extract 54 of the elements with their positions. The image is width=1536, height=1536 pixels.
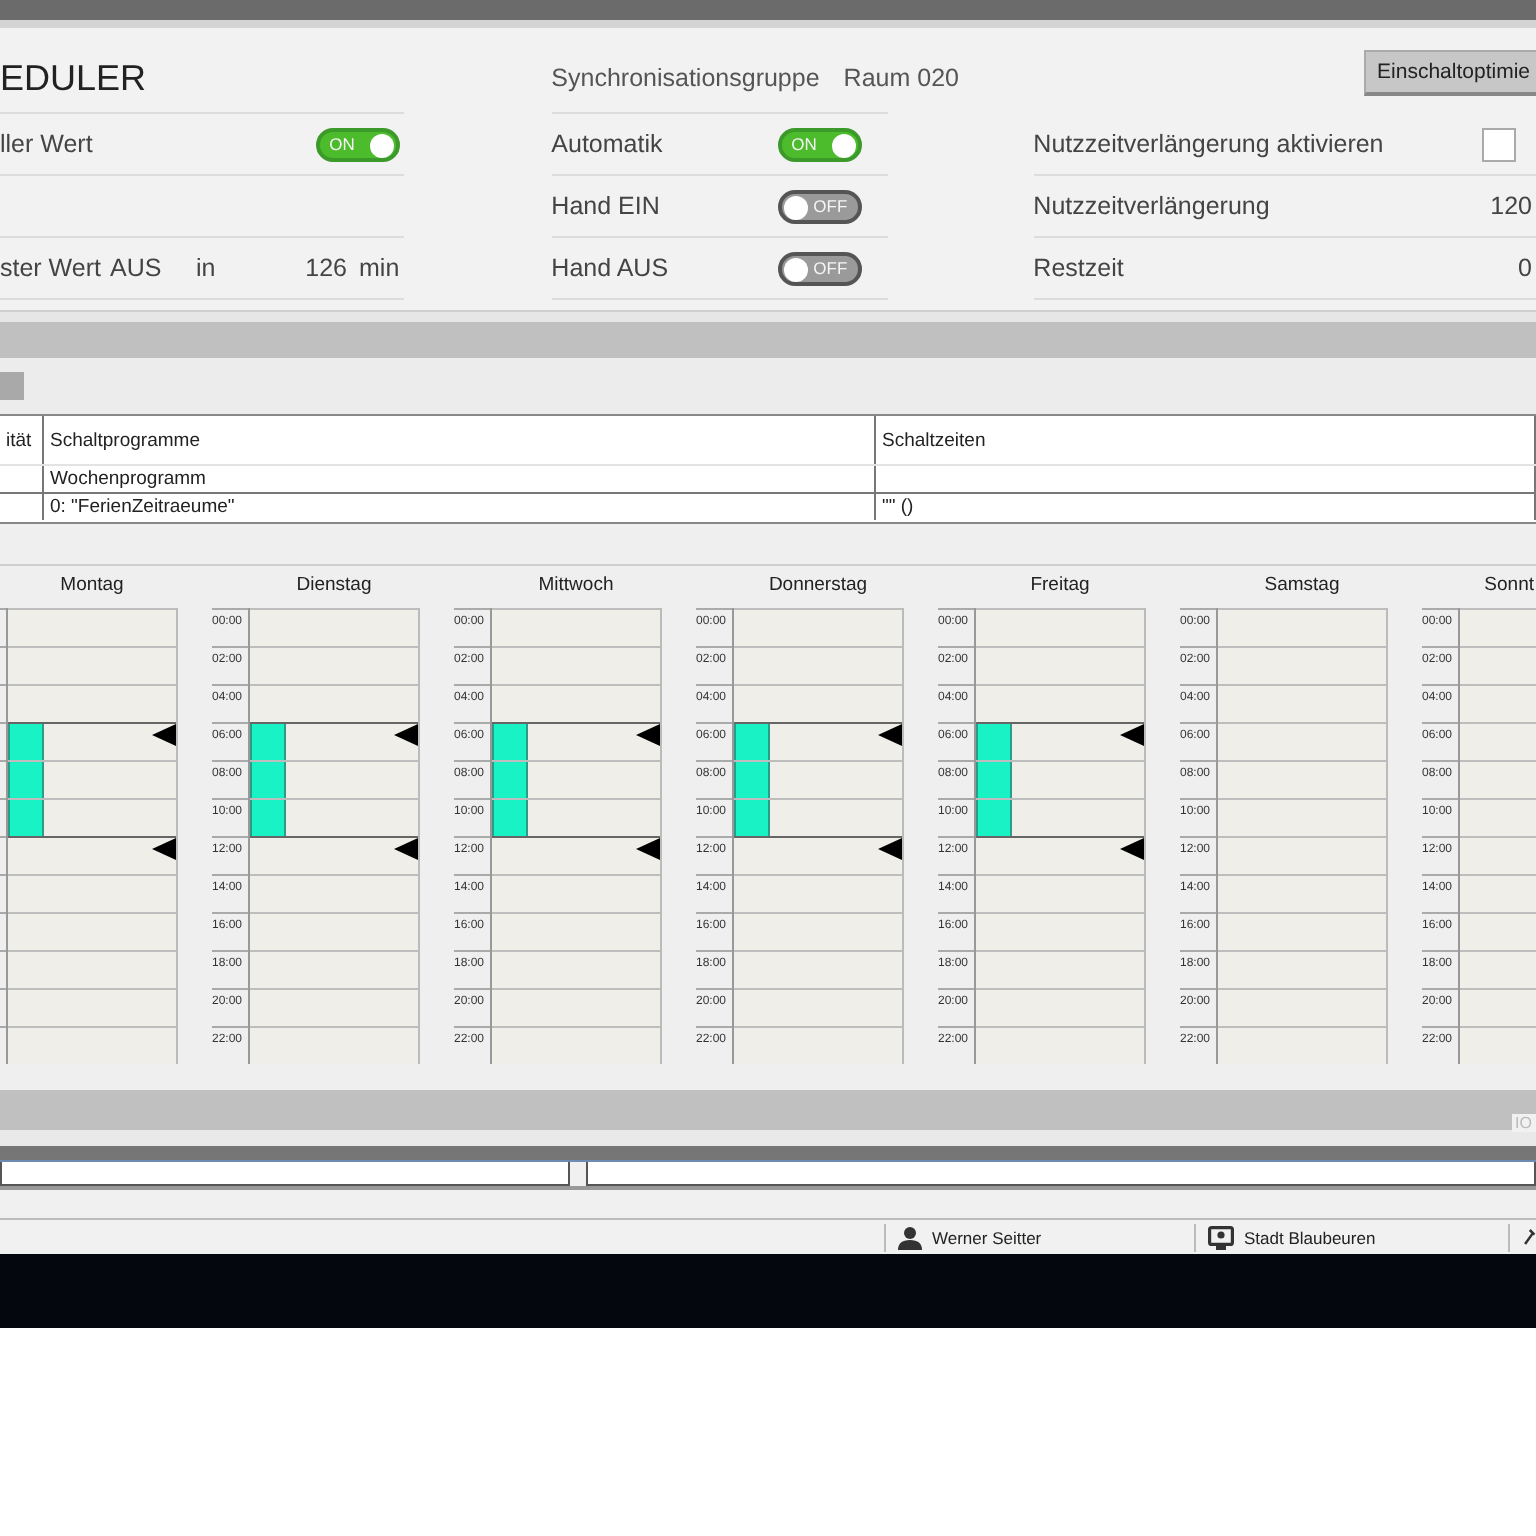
value-label: ller Wert bbox=[0, 130, 95, 158]
mode-label: Hand AUS bbox=[551, 254, 671, 282]
time-slot[interactable] bbox=[8, 722, 176, 760]
mode-label: Automatik bbox=[551, 130, 665, 158]
column-header: ität bbox=[0, 416, 44, 464]
time-slot[interactable] bbox=[250, 722, 418, 760]
sync-group-value: Raum 020 bbox=[843, 64, 959, 92]
value-label: Nutzzeitverlängerung bbox=[1033, 192, 1272, 220]
value-label: Restzeit bbox=[1033, 254, 1126, 282]
value-text: 120 bbox=[1490, 192, 1532, 220]
minutes-unit: min bbox=[359, 254, 400, 282]
value-text: 0 bbox=[1518, 254, 1532, 282]
day-heading: Freitag bbox=[1028, 574, 1092, 600]
user-name: Werner Seitter bbox=[932, 1227, 1042, 1247]
switch-point-marker[interactable] bbox=[878, 724, 902, 746]
day-heading: Donnerstag bbox=[766, 574, 870, 600]
toolbar-square-icon[interactable] bbox=[0, 372, 24, 400]
next-value-label: ster Wert bbox=[0, 254, 103, 282]
switch-point-marker[interactable] bbox=[152, 724, 176, 746]
switch-point-marker[interactable] bbox=[636, 724, 660, 746]
person-icon bbox=[898, 1225, 922, 1249]
toggle-switch[interactable]: OFF bbox=[777, 189, 862, 223]
input-field[interactable] bbox=[585, 1162, 1536, 1186]
switch-point-marker[interactable] bbox=[1120, 724, 1144, 746]
in-label: in bbox=[196, 254, 218, 282]
extension-activate-label: Nutzzeitverlängerung aktivieren bbox=[1033, 130, 1384, 158]
day-heading: Samstag bbox=[1262, 574, 1342, 600]
time-slot[interactable] bbox=[492, 722, 660, 760]
day-heading: Sonnt bbox=[1482, 574, 1536, 600]
table-cell: 0: "FerienZeitraeume" bbox=[44, 494, 876, 520]
table-cell: "" () bbox=[876, 494, 1536, 520]
scheduler-title: EDULER bbox=[0, 57, 147, 99]
wrench-icon[interactable] bbox=[1522, 1226, 1536, 1248]
sync-group-label: Synchronisationsgruppe bbox=[551, 64, 820, 92]
day-heading: Dienstag bbox=[294, 574, 374, 600]
column-header: Schaltzeiten bbox=[876, 416, 1536, 464]
next-value: AUS bbox=[110, 254, 164, 282]
day-heading: Mittwoch bbox=[536, 574, 616, 600]
mode-label: Hand EIN bbox=[551, 192, 662, 220]
switch-point-marker[interactable] bbox=[394, 724, 418, 746]
column-header: Schaltprogramme bbox=[44, 416, 876, 464]
site-name: Stadt Blaubeuren bbox=[1244, 1227, 1376, 1247]
time-slot[interactable] bbox=[976, 722, 1144, 760]
toggle-switch[interactable]: ON bbox=[777, 127, 862, 161]
minutes-value: 126 bbox=[305, 254, 348, 282]
checkbox[interactable] bbox=[1482, 127, 1516, 161]
table-cell: Wochenprogramm bbox=[44, 466, 876, 492]
toggle-switch[interactable]: OFF bbox=[777, 251, 862, 285]
monitor-icon bbox=[1208, 1225, 1234, 1249]
input-field[interactable] bbox=[0, 1162, 569, 1186]
toggle-switch[interactable]: ON bbox=[315, 127, 400, 161]
day-heading: Montag bbox=[58, 574, 126, 600]
time-slot[interactable] bbox=[734, 722, 902, 760]
switch-on-optimization-button[interactable]: Einschaltoptimie bbox=[1363, 50, 1536, 96]
